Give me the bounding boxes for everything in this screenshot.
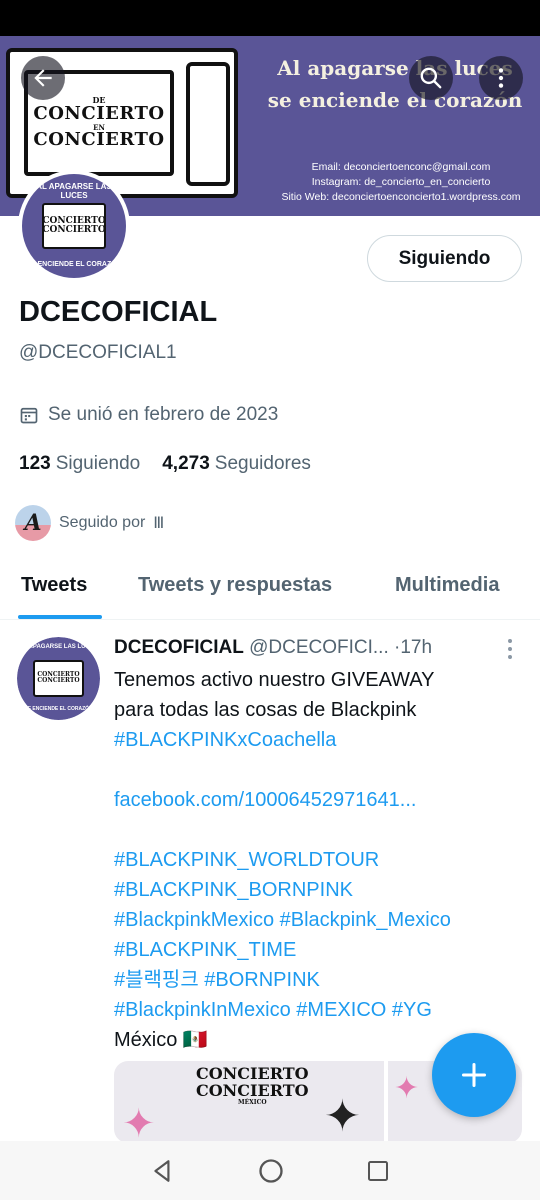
- nav-recents-icon[interactable]: [366, 1159, 390, 1183]
- joined-date: Se unió en febrero de 2023: [19, 404, 278, 426]
- star-decoration-icon: ✦: [394, 1072, 420, 1105]
- tweet-author-avatar-image: AL APAGARSE LAS LUCES CONCIERTO CONCIERT…: [17, 637, 100, 720]
- tweet-hashtag[interactable]: #BlackpinkInMexico #MEXICO #YG: [114, 995, 524, 1025]
- search-icon: [420, 67, 442, 89]
- tweet-author-name[interactable]: DCECOFICIAL: [114, 637, 244, 658]
- tab-media[interactable]: Multimedia: [395, 574, 499, 597]
- tweet-hashtag[interactable]: #BLACKPINK_TIME: [114, 935, 524, 965]
- plus-icon: [461, 1062, 487, 1088]
- followed-by-avatar: A: [15, 505, 51, 541]
- followers-stat[interactable]: 4,273 Seguidores: [162, 453, 311, 475]
- profile-handle: @DCECOFICIAL1: [19, 342, 177, 363]
- banner-instagram: Instagram: de_concierto_en_concierto: [311, 176, 491, 188]
- tweet-link[interactable]: facebook.com/10006452971641...: [114, 785, 524, 815]
- back-button[interactable]: [21, 56, 65, 100]
- nav-home-icon[interactable]: [257, 1157, 285, 1185]
- tweet-hashtag[interactable]: #BlackpinkMexico #Blackpink_Mexico: [114, 905, 524, 935]
- following-label: Siguiendo: [55, 453, 141, 474]
- tweet-menu-button[interactable]: [502, 639, 518, 659]
- profile-avatar-image: AL APAGARSE LAS LUCES CONCIERTO CONCIERT…: [22, 174, 126, 278]
- mexico-flag-icon: 🇲🇽: [182, 1029, 208, 1051]
- avatar-ticket-logo: CONCIERTO CONCIERTO: [41, 203, 107, 249]
- followed-by[interactable]: A Seguido por Ⅲ: [15, 505, 164, 541]
- tweet-avatar-bottom-text: SE ENCIENDE EL CORAZÓN: [24, 705, 93, 712]
- search-button[interactable]: [409, 56, 453, 100]
- tweet-author-avatar[interactable]: AL APAGARSE LAS LUCES CONCIERTO CONCIERT…: [17, 637, 100, 720]
- following-stat[interactable]: 123 Siguiendo: [19, 453, 140, 475]
- profile-display-name: DCECOFICIAL: [19, 296, 218, 328]
- followers-label: Seguidores: [214, 453, 311, 474]
- nav-back-icon[interactable]: [150, 1158, 176, 1184]
- media-logo: CONCIERTO CONCIERTO MÉXICO: [196, 1065, 309, 1107]
- system-nav-bar: [0, 1141, 540, 1200]
- tweet-avatar-logo-line2: CONCIERTO: [37, 677, 80, 685]
- joined-date-text: Se unió en febrero de 2023: [48, 404, 279, 425]
- more-vertical-icon: [498, 68, 504, 88]
- tweet-media-image-1[interactable]: CONCIERTO CONCIERTO MÉXICO ✦ ✦: [114, 1061, 384, 1143]
- profile-tabs: Tweets Tweets y respuestas Multimedia: [0, 560, 540, 620]
- follow-stats: 123 Siguiendo 4,273 Seguidores: [19, 453, 311, 475]
- tweet-avatar-ticket: CONCIERTO CONCIERTO: [32, 660, 85, 697]
- followed-by-label: Seguido por: [59, 514, 146, 531]
- avatar-bottom-text: SE ENCIENDE EL CORAZÓN: [26, 260, 122, 268]
- compose-tweet-button[interactable]: [432, 1033, 516, 1117]
- tweet-author-handle: @DCECOFICI...: [249, 637, 389, 658]
- back-arrow-icon: [34, 69, 52, 87]
- following-count: 123: [19, 453, 51, 474]
- following-button[interactable]: Siguiendo: [367, 235, 522, 282]
- banner-email: Email: deconciertoenconc@gmail.com: [311, 161, 491, 173]
- tweet-header: DCECOFICIAL @DCECOFICI... ·17h: [114, 637, 494, 659]
- active-tab-indicator: [18, 615, 102, 619]
- tab-tweets-replies[interactable]: Tweets y respuestas: [138, 574, 332, 597]
- media-logo-line2: CONCIERTO: [196, 1081, 309, 1100]
- calendar-icon: [20, 407, 38, 424]
- followed-by-name: Ⅲ: [153, 515, 165, 532]
- tweet-hashtag[interactable]: #BLACKPINKxCoachella: [114, 725, 524, 755]
- media-logo-small: MÉXICO: [237, 1099, 267, 1106]
- tweet-time: 17h: [400, 637, 433, 658]
- followers-count: 4,273: [162, 453, 210, 474]
- tab-tweets[interactable]: Tweets: [21, 574, 87, 597]
- banner-contact: Email: deconciertoenconc@gmail.com Insta…: [266, 160, 536, 205]
- more-options-button[interactable]: [479, 56, 523, 100]
- tweet-text: Tenemos activo nuestro GIVEAWAY para tod…: [114, 665, 524, 1055]
- tweet-avatar-top-text: AL APAGARSE LAS LUCES: [19, 643, 98, 650]
- profile-avatar[interactable]: AL APAGARSE LAS LUCES CONCIERTO CONCIERT…: [18, 170, 130, 282]
- tweet-text-line1: Tenemos activo nuestro GIVEAWAY: [114, 669, 435, 691]
- banner-ticket-stub: [186, 62, 230, 186]
- avatar-top-text: AL APAGARSE LAS LUCES: [36, 182, 112, 201]
- tweet-text-line2: para todas las cosas de Blackpink: [114, 699, 417, 721]
- avatar-logo-line2: CONCIERTO: [42, 225, 106, 235]
- star-decoration-icon: ✦: [122, 1102, 156, 1143]
- tweet-hashtag[interactable]: #블랙핑크 #BORNPINK: [114, 965, 524, 995]
- banner-logo-concierto-1: CONCIERTO: [33, 102, 165, 124]
- tweet-location-text: México: [114, 1029, 178, 1051]
- banner-website: Sitio Web: deconciertoenconcierto1.wordp…: [281, 191, 521, 203]
- star-decoration-icon: ✦: [324, 1092, 361, 1141]
- status-bar: [0, 0, 540, 36]
- banner-logo-concierto-2: CONCIERTO: [33, 128, 165, 150]
- tweet-hashtag[interactable]: #BLACKPINK_WORLDTOUR: [114, 845, 524, 875]
- tweet-hashtag[interactable]: #BLACKPINK_BORNPINK: [114, 875, 524, 905]
